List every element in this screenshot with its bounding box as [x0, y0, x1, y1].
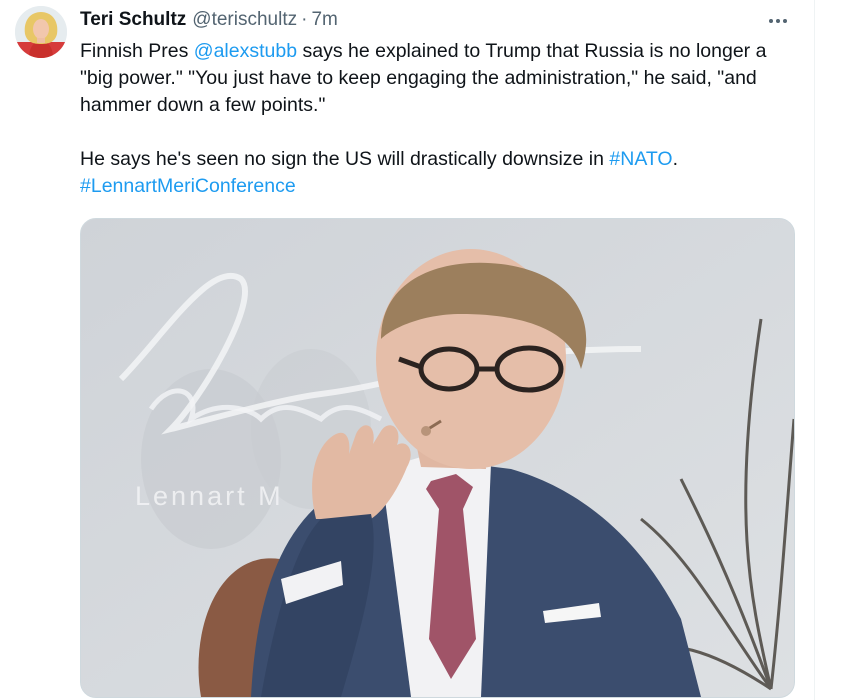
tweet[interactable]: Teri Schultz @terischultz · 7m Finnish P… [0, 0, 814, 700]
paragraph-1-prefix: Finnish Pres [80, 40, 194, 62]
timestamp[interactable]: 7m [311, 9, 337, 31]
media-photo [81, 219, 794, 697]
tweet-text: Finnish Pres @alexstubb says he explaine… [80, 38, 802, 200]
timeline-border [814, 0, 815, 700]
hashtag-lennart-meri-conference[interactable]: #LennartMeriConference [80, 175, 296, 197]
backdrop-text: Lennart M [135, 481, 284, 511]
mention-link[interactable]: @alexstubb [194, 40, 297, 62]
author-display-name[interactable]: Teri Schultz [80, 9, 186, 31]
paragraph-2-punct: . [672, 148, 679, 170]
hashtag-nato[interactable]: #NATO [609, 148, 672, 170]
tweet-media-image[interactable]: Lennart M [80, 218, 795, 698]
more-options-icon[interactable] [760, 8, 796, 34]
tweet-header: Teri Schultz @terischultz · 7m [80, 8, 338, 32]
avatar[interactable] [15, 6, 67, 58]
avatar-photo [15, 6, 67, 58]
paragraph-2-prefix: He says he's seen no sign the US will dr… [80, 148, 610, 170]
separator: · [301, 9, 308, 30]
tweet-paragraph-1: Finnish Pres @alexstubb says he explaine… [80, 38, 802, 119]
author-handle[interactable]: @terischultz [192, 9, 297, 31]
tweet-paragraph-2: He says he's seen no sign the US will dr… [80, 146, 802, 200]
